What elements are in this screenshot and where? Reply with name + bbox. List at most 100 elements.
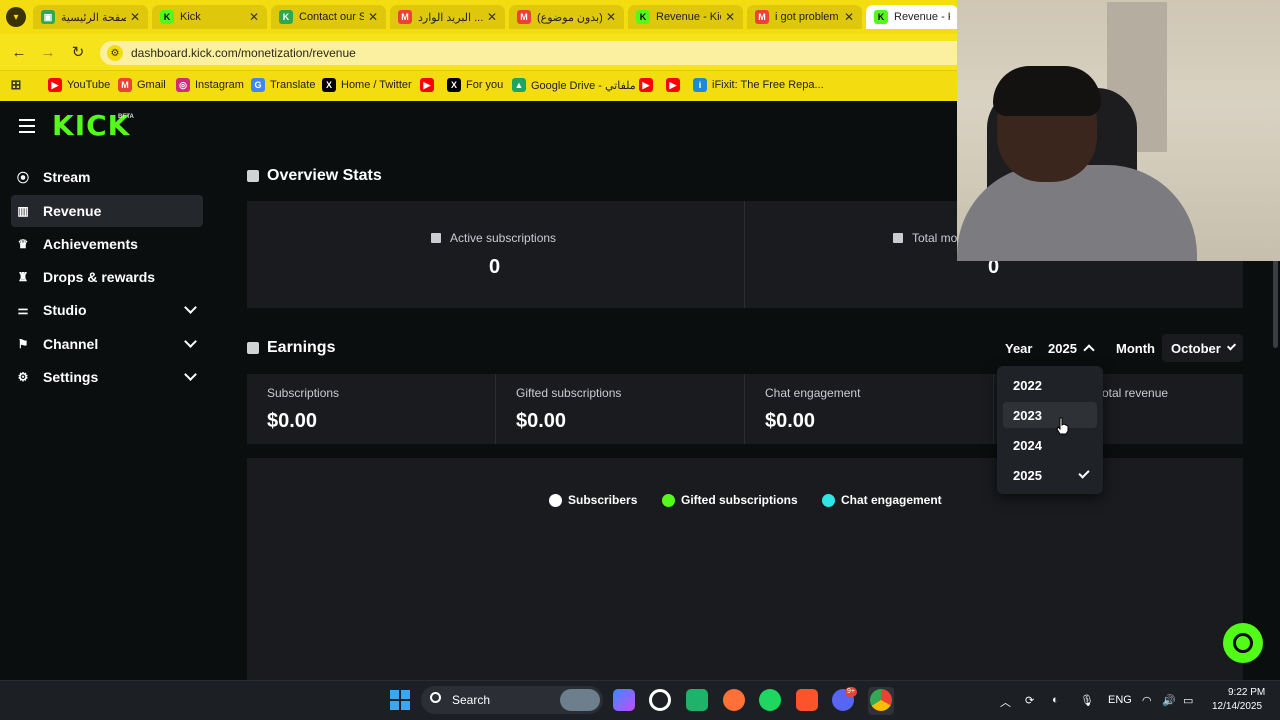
year-option-2022[interactable]: 2022 (1003, 372, 1097, 398)
sidebar-item-drops-rewards[interactable]: ♜ Drops & rewards (11, 261, 203, 293)
bookmark-instagram[interactable]: ◎ Instagram (176, 76, 244, 94)
x-icon: X (322, 78, 336, 92)
year-option-2025[interactable]: 2025 (1003, 462, 1097, 488)
trophy-icon: ♛ (17, 237, 29, 251)
chevron-down-icon (1226, 341, 1237, 351)
gmail-icon: M (755, 10, 769, 24)
browser-tab[interactable]: K Kick ✕ (152, 5, 267, 29)
sidebar-item-stream[interactable]: ⦿ Stream (11, 161, 203, 193)
card-divider (744, 374, 745, 444)
bookmark-for-you[interactable]: X For you (447, 76, 503, 94)
volume-icon[interactable]: 🔊 (1162, 694, 1176, 707)
browser-tab[interactable]: K Contact our S ✕ (271, 5, 386, 29)
bookmark-youtube-4[interactable]: ▶ (666, 76, 685, 94)
obs-tray-icon[interactable]: ◐ (1052, 694, 1059, 706)
wifi-icon[interactable]: ◠ (1142, 694, 1152, 707)
bookmark-home-twitter[interactable]: X Home / Twitter (322, 76, 412, 94)
stats-icon (247, 170, 259, 182)
close-tab-icon[interactable]: ✕ (130, 10, 140, 24)
sidebar-item-revenue[interactable]: ▥ Revenue (11, 195, 203, 227)
tab-search-chevron-icon[interactable]: ▾ (6, 7, 26, 27)
chrome-icon[interactable] (870, 689, 892, 711)
gift-icon: ♜ (17, 270, 29, 284)
month-select[interactable]: October (1162, 334, 1243, 362)
legend-dot (662, 493, 675, 507)
close-tab-icon[interactable]: ✕ (606, 10, 616, 24)
taskbar-search-label: Search (452, 693, 491, 707)
gmail-icon: M (398, 10, 412, 24)
year-option-label: 2024 (1013, 437, 1042, 453)
bookmark-translate[interactable]: G Translate (251, 76, 315, 94)
browser-tab[interactable]: M (بدون موضوع) ✕ (509, 5, 624, 29)
bookmark-gmail[interactable]: M Gmail (118, 76, 166, 94)
bookmark-label: YouTube (67, 79, 111, 91)
reload-icon[interactable]: ↻ (69, 43, 87, 61)
year-option-2023[interactable]: 2023 (1003, 402, 1097, 428)
firefox-icon[interactable] (723, 689, 745, 711)
spotify-icon[interactable] (759, 689, 781, 711)
clock-time[interactable]: 9:22 PM (1228, 687, 1265, 698)
sidebar-item-channel[interactable]: ⚑ Channel (11, 328, 203, 360)
store-icon[interactable] (686, 689, 708, 711)
kick-icon: K (160, 10, 174, 24)
browser-tab[interactable]: M i got problem ✕ (747, 5, 862, 29)
microphone-icon[interactable]: 🎙 (1080, 694, 1094, 707)
sidebar-item-studio[interactable]: ⚌ Studio (11, 294, 203, 326)
chart-icon (431, 233, 441, 243)
apps-grid-icon: ⊞ (10, 77, 22, 92)
month-select-value: October (1171, 340, 1221, 356)
legend-chat-engagement[interactable]: Chat engagement (822, 493, 942, 507)
tray-overflow-chevron-icon[interactable]: ︿ (1000, 694, 1011, 710)
obs-icon[interactable] (649, 689, 671, 711)
chart-icon (893, 233, 903, 243)
legend-gifted-subscriptions[interactable]: Gifted subscriptions (662, 493, 798, 507)
browser-tab[interactable]: ▣ الصفحة الرئيسية ✕ (33, 5, 148, 29)
browser-tab-active[interactable]: K Revenue - Kick (866, 5, 958, 29)
bookmark-youtube-3[interactable]: ▶ (639, 76, 658, 94)
search-highlight-image[interactable] (560, 689, 600, 711)
year-select-value: 2025 (1048, 340, 1077, 356)
language-indicator[interactable]: ENG (1108, 694, 1132, 706)
battery-icon[interactable]: ▭ (1183, 694, 1193, 707)
tab-title: (بدون موضوع) (537, 11, 602, 24)
close-tab-icon[interactable]: ✕ (368, 10, 378, 24)
back-arrow-icon[interactable]: ← (10, 43, 28, 61)
earning-subscriptions-value: $0.00 (267, 410, 318, 432)
close-tab-icon[interactable]: ✕ (487, 10, 497, 24)
close-tab-icon[interactable]: ✕ (725, 10, 735, 24)
bookmark-google-drive[interactable]: ▲ Google Drive - ملفاتي (512, 76, 636, 94)
url-text[interactable]: dashboard.kick.com/monetization/revenue (131, 46, 356, 60)
close-tab-icon[interactable]: ✕ (249, 10, 259, 24)
legend-label: Chat engagement (841, 493, 942, 507)
copilot-icon[interactable] (613, 689, 635, 711)
forward-arrow-icon[interactable]: → (39, 43, 57, 61)
brave-icon[interactable] (796, 689, 818, 711)
year-option-2024[interactable]: 2024 (1003, 432, 1097, 458)
bookmark-youtube[interactable]: ▶ YouTube (48, 76, 110, 94)
hamburger-menu-icon[interactable] (19, 119, 35, 133)
sync-icon[interactable]: ⟳ (1025, 694, 1034, 707)
bookmark-ifixit[interactable]: i iFixit: The Free Repa... (693, 76, 824, 94)
browser-tab[interactable]: K Revenue - Kick ✕ (628, 5, 743, 29)
stat-label-text: Total mo (912, 231, 958, 245)
clock-date[interactable]: 12/14/2025 (1212, 701, 1262, 712)
sliders-icon: ⚌ (17, 303, 29, 317)
year-select[interactable]: 2025 (1039, 334, 1103, 362)
stats-icon (247, 342, 259, 354)
bookmark-label: Instagram (195, 79, 244, 91)
close-tab-icon[interactable]: ✕ (844, 10, 854, 24)
card-divider (744, 201, 745, 308)
earning-subscriptions-label: Subscriptions (267, 386, 340, 400)
apps-grid-icon[interactable]: ⊞ (9, 76, 28, 94)
browser-tab[interactable]: M البريد الوارد ... ✕ (390, 5, 505, 29)
translate-icon: G (251, 78, 265, 92)
sidebar-item-settings[interactable]: ⚙ Settings (11, 361, 203, 393)
sidebar-item-achievements[interactable]: ♛ Achievements (11, 228, 203, 260)
bookmark-youtube-2[interactable]: ▶ (420, 76, 439, 94)
legend-subscribers[interactable]: Subscribers (549, 493, 637, 507)
windows-start-icon[interactable] (390, 690, 410, 710)
support-chat-button[interactable] (1223, 623, 1263, 663)
month-label: Month (1116, 341, 1155, 356)
x-icon: X (447, 78, 461, 92)
site-info-icon[interactable]: ⚙ (107, 45, 123, 61)
